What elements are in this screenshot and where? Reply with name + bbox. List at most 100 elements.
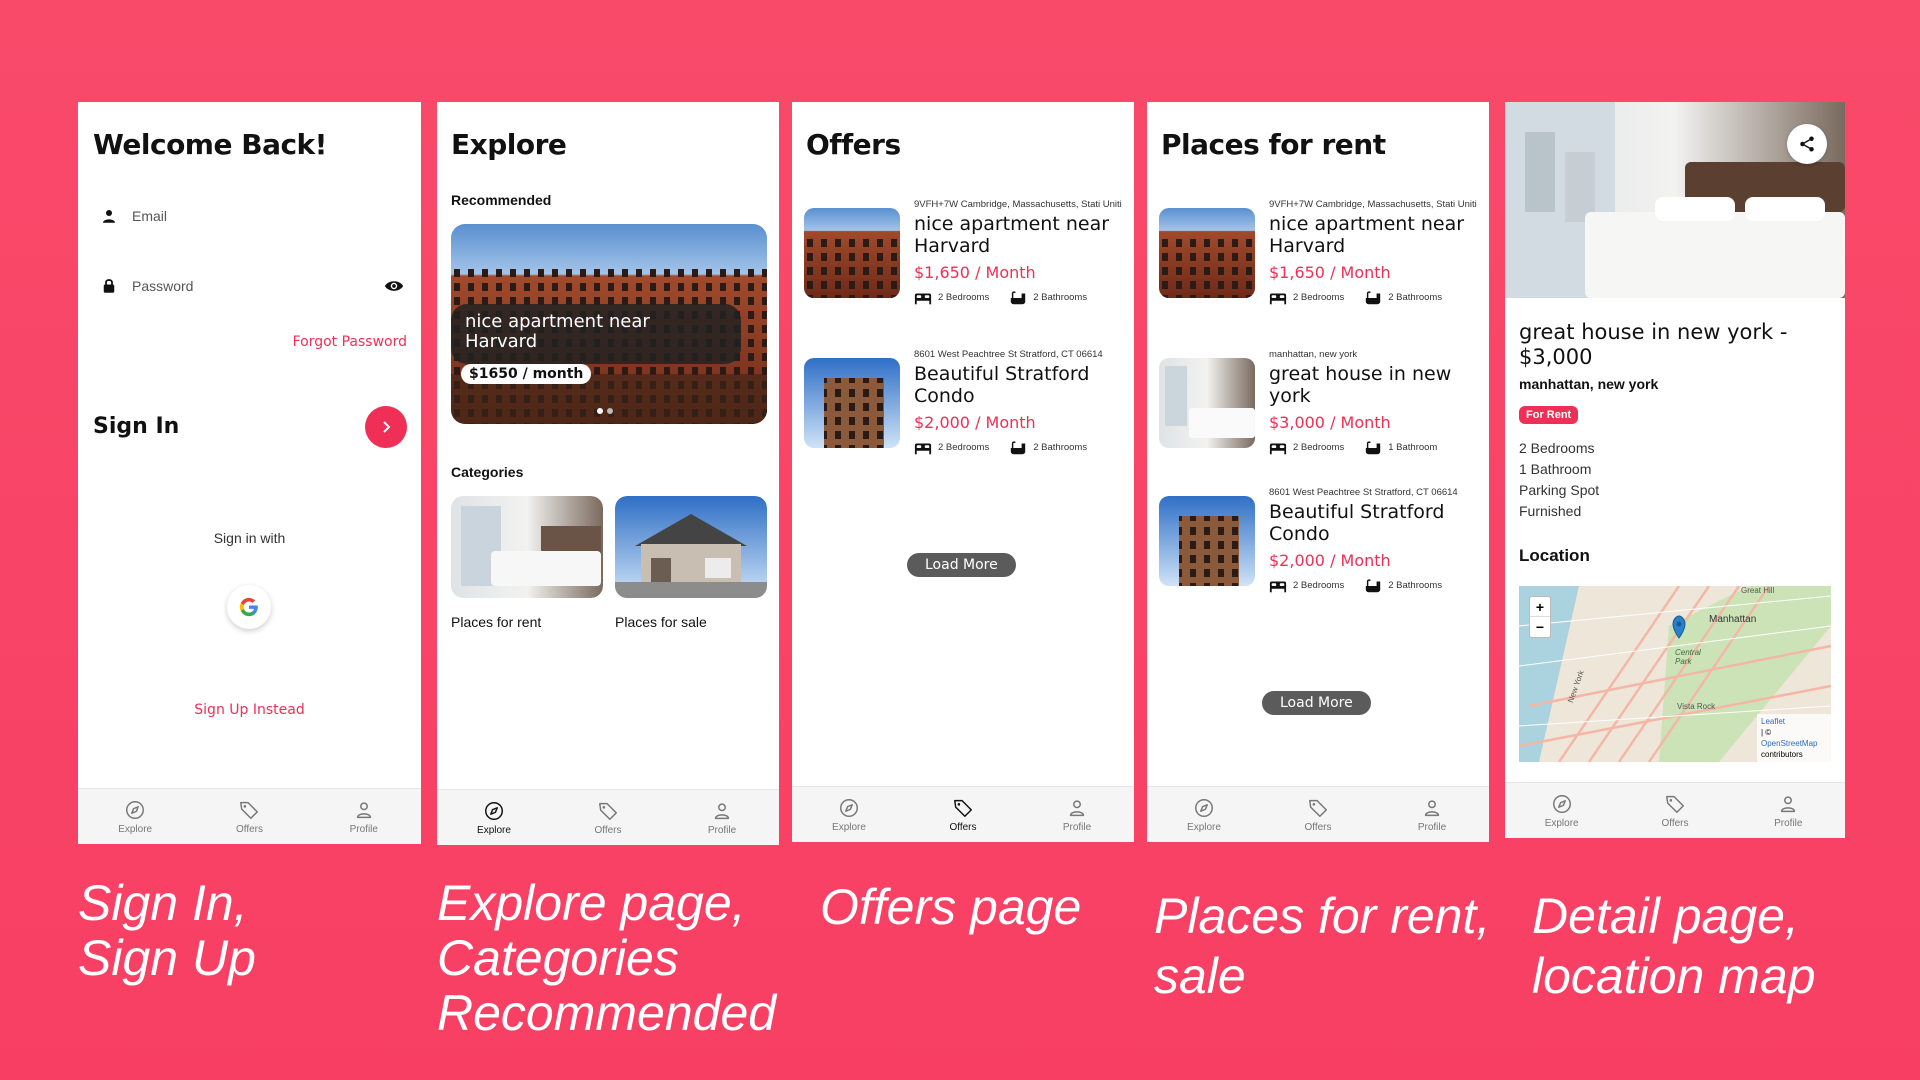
- listing-card[interactable]: manhattan, new york great house in new y…: [1159, 349, 1479, 470]
- compass-icon: [124, 799, 146, 821]
- hero-title: nice apartment near Harvard: [465, 311, 650, 352]
- listing-price: $1,650 / Month: [1269, 262, 1391, 282]
- tag-icon: [952, 797, 974, 819]
- recommended-card[interactable]: nice apartment near Harvard $1650 / mont…: [451, 224, 767, 424]
- nav-profile[interactable]: Profile: [687, 800, 757, 836]
- listing-title: great house in new york: [1269, 362, 1452, 407]
- nav-offers[interactable]: Offers: [928, 797, 998, 833]
- listing-thumbnail: [804, 358, 900, 448]
- rent-screen: Places for rent 9VFH+7W Cambridge, Massa…: [1147, 102, 1489, 842]
- person-icon: [711, 800, 733, 822]
- detail-location-text: manhattan, new york: [1519, 376, 1659, 392]
- load-more-button[interactable]: Load More: [907, 553, 1016, 577]
- tag-icon: [1307, 797, 1329, 819]
- leaflet-link[interactable]: Leaflet: [1761, 716, 1827, 727]
- google-sign-in-button[interactable]: [227, 585, 271, 629]
- caption-line: Offers page: [820, 879, 1082, 935]
- compass-icon: [1193, 797, 1215, 819]
- person-icon: [1421, 797, 1443, 819]
- nav-offers[interactable]: Offers: [573, 800, 643, 836]
- person-icon: [353, 799, 375, 821]
- bottom-nav: Explore Offers Profile: [792, 786, 1134, 842]
- nav-explore[interactable]: Explore: [1169, 797, 1239, 833]
- tag-icon: [238, 799, 260, 821]
- zoom-in-button[interactable]: +: [1530, 597, 1550, 617]
- bed-icon: [914, 440, 932, 456]
- bedrooms-text: 2 Bedrooms: [1293, 442, 1345, 454]
- person-icon: [1777, 793, 1799, 815]
- email-field[interactable]: Email: [100, 202, 400, 230]
- category-rent[interactable]: Places for rent: [451, 496, 603, 630]
- nav-profile[interactable]: Profile: [1042, 797, 1112, 833]
- listing-card[interactable]: 8601 West Peachtree St Stratford, CT 066…: [1159, 487, 1479, 608]
- category-rent-label: Places for rent: [451, 614, 542, 630]
- caption-rent: Places for rent, sale: [1154, 886, 1490, 1006]
- tag-icon: [1664, 793, 1686, 815]
- hero-price: $1650 / month: [461, 364, 592, 384]
- caption-line: Recommended: [437, 985, 777, 1041]
- category-sale-label: Places for sale: [615, 614, 707, 630]
- nav-profile[interactable]: Profile: [1397, 797, 1467, 833]
- share-button[interactable]: [1787, 124, 1827, 164]
- sign-up-link[interactable]: Sign Up Instead: [78, 702, 421, 718]
- detail-title: great house in new york - $3,000: [1519, 320, 1788, 370]
- nav-profile[interactable]: Profile: [1753, 793, 1823, 829]
- nav-explore[interactable]: Explore: [459, 800, 529, 836]
- feature-item: 1 Bathroom: [1519, 461, 1592, 477]
- listing-thumbnail: [1159, 496, 1255, 586]
- categories-heading: Categories: [451, 464, 524, 480]
- bottom-nav: Explore Offers Profile: [1147, 786, 1489, 842]
- listing-price: $2,000 / Month: [1269, 550, 1391, 570]
- nav-explore[interactable]: Explore: [814, 797, 884, 833]
- listing-price: $2,000 / Month: [914, 412, 1036, 432]
- nav-profile-label: Profile: [1062, 821, 1092, 833]
- signin-screen: Welcome Back! Email Password Forgot Pass…: [78, 102, 421, 844]
- nav-offers-label: Offers: [1661, 817, 1689, 829]
- forgot-password-link[interactable]: Forgot Password: [293, 334, 407, 350]
- map-zoom-controls: + −: [1529, 596, 1551, 638]
- nav-offers[interactable]: Offers: [214, 799, 284, 835]
- lock-icon: [103, 279, 115, 293]
- nav-offers[interactable]: Offers: [1640, 793, 1710, 829]
- eye-icon[interactable]: [383, 275, 405, 297]
- nav-offers[interactable]: Offers: [1283, 797, 1353, 833]
- bathtub-icon: [1009, 440, 1027, 456]
- offers-screen: Offers 9VFH+7W Cambridge, Massachusetts,…: [792, 102, 1134, 842]
- nav-explore[interactable]: Explore: [1527, 793, 1597, 829]
- listing-thumbnail: [1159, 358, 1255, 448]
- listing-address: 9VFH+7W Cambridge, Massachusetts, Stati …: [1269, 199, 1477, 210]
- bedrooms-text: 2 Bedrooms: [938, 292, 990, 304]
- carousel-dots: [597, 408, 613, 414]
- feature-item: Parking Spot: [1519, 482, 1600, 498]
- nav-explore-label: Explore: [832, 821, 866, 833]
- listing-features: 2 Bedrooms 2 Bathrooms: [914, 290, 1124, 306]
- listing-card[interactable]: 8601 West Peachtree St Stratford, CT 066…: [804, 349, 1124, 470]
- listing-price: $1,650 / Month: [914, 262, 1036, 282]
- listing-card[interactable]: 9VFH+7W Cambridge, Massachusetts, Stati …: [804, 199, 1124, 320]
- listing-address: 8601 West Peachtree St Stratford, CT 066…: [1269, 487, 1458, 498]
- nav-explore[interactable]: Explore: [100, 799, 170, 835]
- listing-address: manhattan, new york: [1269, 349, 1358, 360]
- attribution-separator: | ©: [1761, 728, 1772, 737]
- zoom-out-button[interactable]: −: [1530, 617, 1550, 637]
- location-map[interactable]: Manhattan Central Park Vista Rock Great …: [1519, 586, 1831, 762]
- sign-in-button[interactable]: [365, 406, 407, 448]
- bathrooms-text: 2 Bathrooms: [1033, 292, 1088, 304]
- bedrooms-text: 2 Bedrooms: [1293, 580, 1345, 592]
- load-more-button[interactable]: Load More: [1262, 691, 1371, 715]
- bottom-nav: Explore Offers Profile: [78, 788, 421, 844]
- category-sale[interactable]: Places for sale: [615, 496, 767, 630]
- password-field[interactable]: Password: [100, 272, 405, 300]
- map-label-manhattan: Manhattan: [1709, 614, 1757, 625]
- signin-title: Welcome Back!: [93, 128, 327, 161]
- listing-card[interactable]: 9VFH+7W Cambridge, Massachusetts, Stati …: [1159, 199, 1479, 320]
- map-attribution: Leaflet | © OpenStreetMap contributors: [1757, 714, 1831, 762]
- feature-item: Furnished: [1519, 503, 1582, 519]
- nav-profile[interactable]: Profile: [329, 799, 399, 835]
- compass-icon: [483, 800, 505, 822]
- listing-features: 2 Bedrooms 2 Bathrooms: [1269, 578, 1479, 594]
- listing-features: 2 Bedrooms 2 Bathrooms: [914, 440, 1124, 456]
- osm-link[interactable]: OpenStreetMap: [1761, 738, 1827, 749]
- person-icon: [1066, 797, 1088, 819]
- caption-line: Categories: [437, 930, 679, 986]
